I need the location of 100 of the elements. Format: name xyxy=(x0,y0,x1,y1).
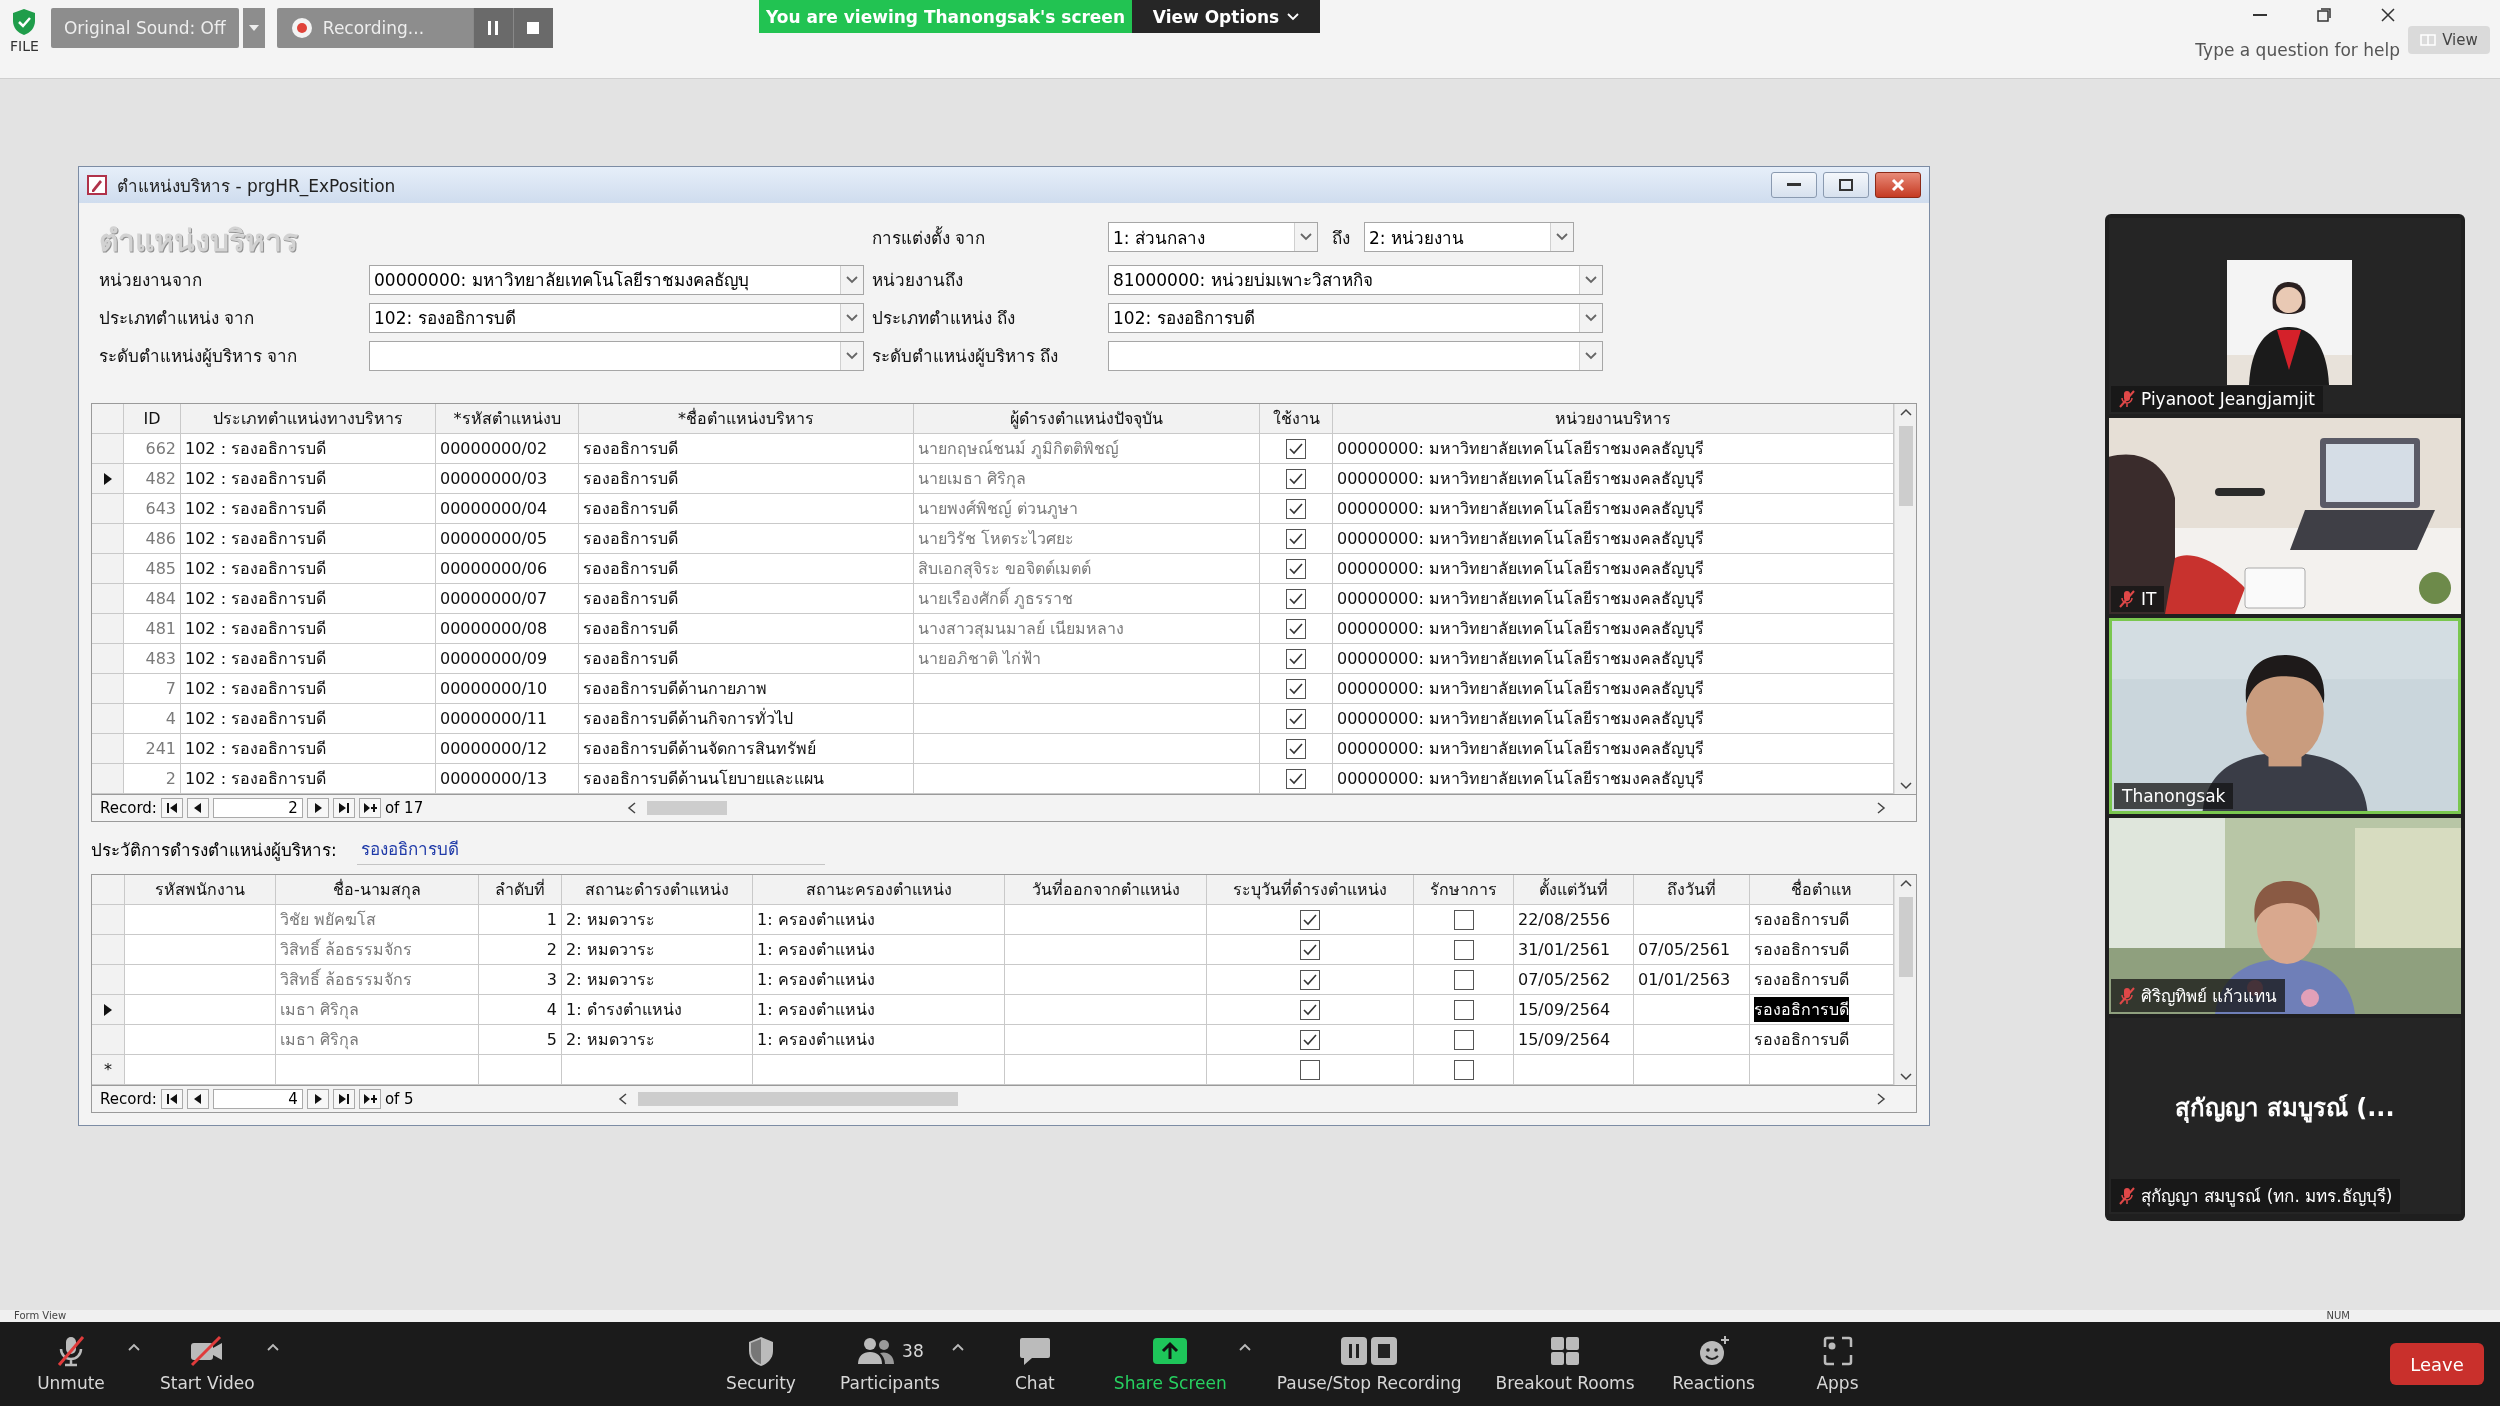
previous-record-button[interactable] xyxy=(186,798,209,818)
select-all-cell[interactable] xyxy=(92,404,124,434)
column-header[interactable]: สถานะครองตำแหน่ง xyxy=(753,875,1005,905)
checkbox[interactable] xyxy=(1300,909,1320,930)
checkbox[interactable] xyxy=(1286,648,1306,669)
dropdown[interactable]: 102: รองอธิการบดี xyxy=(369,302,864,333)
checkbox[interactable] xyxy=(1453,969,1474,990)
maximize-button[interactable] xyxy=(1823,172,1869,198)
reactions-button[interactable]: Reactions xyxy=(1658,1329,1769,1399)
column-header[interactable]: วันที่ออกจากตำแหน่ง xyxy=(1005,875,1207,905)
column-header[interactable]: รักษาการ xyxy=(1414,875,1514,905)
caret-icon[interactable] xyxy=(951,1343,964,1351)
view-button[interactable]: View xyxy=(2408,26,2490,54)
recording-controls-button[interactable]: Pause/Stop Recording xyxy=(1266,1329,1472,1399)
scroll-right-icon[interactable] xyxy=(1876,802,1886,814)
checkbox[interactable] xyxy=(1286,678,1306,699)
first-record-button[interactable] xyxy=(160,1089,183,1109)
breakout-rooms-button[interactable]: Breakout Rooms xyxy=(1485,1329,1645,1399)
checkbox[interactable] xyxy=(1286,558,1306,579)
column-header[interactable]: ประเภทตำแหน่งทางบริหาร xyxy=(181,404,436,434)
horizontal-scrollbar[interactable] xyxy=(617,1090,1886,1108)
vertical-scrollbar[interactable] xyxy=(1894,875,1916,1085)
next-record-button[interactable] xyxy=(306,798,329,818)
checkbox[interactable] xyxy=(1286,768,1306,789)
caret-icon[interactable] xyxy=(1238,1343,1251,1351)
column-header[interactable]: ผู้ดำรงตำแหน่งปัจจุบัน xyxy=(914,404,1260,434)
scroll-up-icon[interactable] xyxy=(1899,408,1912,416)
checkbox[interactable] xyxy=(1453,1029,1474,1050)
checkbox[interactable] xyxy=(1453,1059,1474,1080)
checkbox[interactable] xyxy=(1453,909,1474,930)
column-header[interactable]: *รหัสตำแหน่งบ xyxy=(436,404,579,434)
caret-icon[interactable] xyxy=(266,1343,279,1351)
checkbox[interactable] xyxy=(1300,1059,1320,1080)
view-options-button[interactable]: View Options xyxy=(1132,0,1320,33)
close-button[interactable] xyxy=(1875,172,1921,198)
column-header[interactable]: รหัสพนักงาน xyxy=(125,875,276,905)
last-record-button[interactable] xyxy=(332,1089,355,1109)
video-tile[interactable]: ศิริญทิพย์ แก้วแทน xyxy=(2109,818,2461,1014)
column-header[interactable]: ชื่อ-นามสกุล xyxy=(276,875,479,905)
new-record-button[interactable] xyxy=(358,798,381,818)
checkbox[interactable] xyxy=(1286,528,1306,549)
help-search-field[interactable]: Type a question for help xyxy=(2195,40,2400,60)
previous-record-button[interactable] xyxy=(186,1089,209,1109)
record-selector[interactable] xyxy=(92,464,124,494)
caret-icon[interactable] xyxy=(128,1343,140,1351)
checkbox[interactable] xyxy=(1300,939,1320,960)
chat-button[interactable]: Chat xyxy=(979,1329,1090,1399)
vertical-scrollbar[interactable] xyxy=(1894,404,1916,794)
checkbox[interactable] xyxy=(1286,498,1306,519)
leave-button[interactable]: Leave xyxy=(2390,1343,2484,1385)
column-header[interactable]: ถึงวันที่ xyxy=(1634,875,1750,905)
scrollbar-thumb[interactable] xyxy=(637,1092,958,1106)
record-selector[interactable] xyxy=(92,995,125,1025)
stop-button[interactable] xyxy=(512,8,553,48)
horizontal-scrollbar[interactable] xyxy=(627,799,1886,817)
participants-button[interactable]: 38 Participants xyxy=(830,1329,950,1399)
dropdown[interactable]: 81000000: หน่วยบ่มเพาะวิสาหกิจ xyxy=(1108,264,1603,295)
select-all-cell[interactable] xyxy=(92,875,125,905)
checkbox[interactable] xyxy=(1453,939,1474,960)
checkbox[interactable] xyxy=(1300,1029,1320,1050)
checkbox[interactable] xyxy=(1286,618,1306,639)
column-header[interactable]: ตั้งแต่วันที่ xyxy=(1514,875,1634,905)
scroll-down-icon[interactable] xyxy=(1899,1073,1912,1081)
scroll-up-icon[interactable] xyxy=(1899,879,1912,887)
new-record-button[interactable] xyxy=(358,1089,381,1109)
share-screen-button[interactable]: Share Screen xyxy=(1103,1329,1237,1399)
column-header[interactable]: ID xyxy=(124,404,181,434)
video-tile[interactable]: IT xyxy=(2109,418,2461,614)
file-tab[interactable]: FILE xyxy=(10,38,39,54)
checkbox[interactable] xyxy=(1286,738,1306,759)
column-header[interactable]: *ชื่อตำแหน่งบริหาร xyxy=(579,404,914,434)
scrollbar-thumb[interactable] xyxy=(1898,897,1913,977)
last-record-button[interactable] xyxy=(332,798,355,818)
dropdown-button[interactable] xyxy=(242,8,265,48)
apps-button[interactable]: Apps xyxy=(1782,1329,1893,1399)
scrollbar-thumb[interactable] xyxy=(647,801,728,815)
minimize-button[interactable] xyxy=(1771,172,1817,198)
column-header[interactable]: ระบุวันที่ดำรงตำแหน่ง xyxy=(1207,875,1414,905)
dropdown[interactable]: 1: ส่วนกลาง xyxy=(1108,222,1318,252)
dropdown[interactable]: 102: รองอธิการบดี xyxy=(1108,302,1603,333)
video-tile[interactable]: Piyanoot Jeangjamjit xyxy=(2109,218,2461,414)
column-header[interactable]: ลำดับที่ xyxy=(479,875,562,905)
security-button[interactable]: Security xyxy=(706,1329,816,1399)
checkbox[interactable] xyxy=(1300,969,1320,990)
dropdown[interactable]: 2: หน่วยงาน xyxy=(1364,222,1574,252)
column-header[interactable]: ใช้งาน xyxy=(1260,404,1333,434)
scroll-right-icon[interactable] xyxy=(1876,1093,1886,1105)
dropdown[interactable]: 00000000: มหาวิทยาลัยเทคโนโลยีราชมงคลธัญบุ xyxy=(369,264,864,295)
checkbox[interactable] xyxy=(1286,588,1306,609)
checkbox[interactable] xyxy=(1286,708,1306,729)
checkbox[interactable] xyxy=(1453,999,1474,1020)
video-tile[interactable]: Thanongsak xyxy=(2109,618,2461,814)
checkbox[interactable] xyxy=(1300,999,1320,1020)
checkbox[interactable] xyxy=(1286,438,1306,459)
scroll-left-icon[interactable] xyxy=(617,1093,628,1105)
scroll-down-icon[interactable] xyxy=(1899,782,1912,790)
pause-button[interactable] xyxy=(472,8,513,48)
start-video-button[interactable]: Start Video xyxy=(150,1329,265,1399)
checkbox[interactable] xyxy=(1286,468,1306,489)
video-tile[interactable]: สุกัญญา สมบูรณ์ (... สุกัญญา สมบูรณ์ (ทก. มทร.ธัญบุรี) xyxy=(2109,1018,2461,1214)
